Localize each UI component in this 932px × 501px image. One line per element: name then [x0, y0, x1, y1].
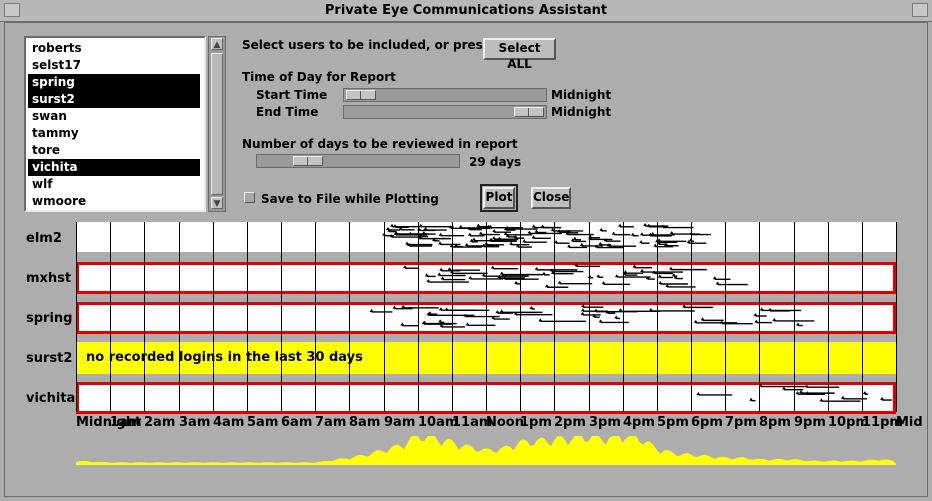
start-time-slider-knob[interactable] — [346, 90, 376, 100]
time-of-day-heading: Time of Day for Report — [242, 70, 396, 84]
hour-gridline — [213, 222, 214, 412]
time-tick-label: 9am — [384, 415, 416, 430]
time-tick-label: 4am — [213, 415, 245, 430]
hour-gridline — [384, 222, 385, 412]
close-button[interactable]: Close — [531, 187, 571, 209]
start-time-slider[interactable] — [343, 88, 547, 102]
time-tick-label: 8am — [349, 415, 381, 430]
hour-gridline — [554, 222, 555, 412]
save-to-file-checkbox[interactable] — [244, 192, 255, 203]
end-time-slider-knob[interactable] — [514, 107, 544, 117]
row-label-vichita: vichita — [26, 391, 76, 406]
user-list-scrollbar[interactable]: ▲ ▼ — [208, 36, 226, 212]
start-time-label: Start Time — [256, 88, 328, 102]
time-tick-label: 4pm — [623, 415, 655, 430]
time-tick-label: 5am — [247, 415, 279, 430]
hour-gridline — [759, 222, 760, 412]
row-label-surst2: surst2 — [26, 351, 73, 366]
hour-gridline — [486, 222, 487, 412]
user-list-item[interactable]: vichita — [28, 159, 200, 176]
time-tick-label: 2am — [144, 415, 176, 430]
user-list[interactable]: roberts selst17 spring surst2 swan tammy… — [24, 36, 206, 212]
time-tick-label: 6pm — [691, 415, 723, 430]
time-tick-label: 1pm — [520, 415, 552, 430]
time-tick-label: 7pm — [725, 415, 757, 430]
hour-gridline — [794, 222, 795, 412]
scroll-up-arrow-icon[interactable]: ▲ — [211, 38, 223, 50]
row-label-mxhst: mxhst — [26, 271, 72, 286]
scroll-down-arrow-icon[interactable]: ▼ — [211, 197, 223, 209]
start-time-value: Midnight — [551, 88, 612, 102]
user-list-item[interactable]: surst2 — [28, 91, 200, 108]
hour-gridline — [110, 222, 111, 412]
time-tick-label: 5pm — [657, 415, 689, 430]
hour-gridline — [896, 222, 897, 412]
days-heading: Number of days to be reviewed in report — [242, 137, 518, 151]
time-tick-label: 6am — [281, 415, 313, 430]
hour-gridline — [691, 222, 692, 412]
hour-gridline — [349, 222, 350, 412]
hour-gridline — [862, 222, 863, 412]
time-tick-label: Mid — [896, 415, 923, 430]
user-list-item[interactable]: selst17 — [28, 57, 200, 74]
plot-button[interactable]: Plot — [480, 184, 518, 212]
time-tick-label: 1am — [110, 415, 142, 430]
user-list-item[interactable]: swan — [28, 108, 200, 125]
time-tick-label: 8pm — [759, 415, 791, 430]
hour-gridline — [315, 222, 316, 412]
hour-gridline — [76, 222, 77, 412]
end-time-value: Midnight — [551, 105, 612, 119]
time-tick-label: 2pm — [554, 415, 586, 430]
hour-gridline — [657, 222, 658, 412]
row-label-spring: spring — [26, 311, 73, 326]
user-list-item[interactable]: wmoore — [28, 193, 200, 210]
time-tick-label: Noon — [486, 415, 524, 430]
end-time-slider[interactable] — [343, 105, 547, 119]
user-list-item[interactable]: tore — [28, 142, 200, 159]
window-title: Private Eye Communications Assistant — [324, 3, 608, 18]
user-list-item[interactable]: tammy — [28, 125, 200, 142]
time-tick-label: 3pm — [589, 415, 621, 430]
time-tick-label: 9pm — [794, 415, 826, 430]
hour-gridline — [520, 222, 521, 412]
save-to-file-label: Save to File while Plotting — [261, 192, 439, 206]
days-value: 29 days — [469, 155, 522, 169]
hour-gridline — [247, 222, 248, 412]
hour-gridline — [281, 222, 282, 412]
user-list-item[interactable]: spring — [28, 74, 200, 91]
time-tick-label: 3am — [179, 415, 211, 430]
select-all-button[interactable]: Select ALL — [483, 38, 556, 71]
end-time-label: End Time — [256, 105, 319, 119]
user-list-item[interactable]: roberts — [28, 40, 200, 57]
hour-gridline — [452, 222, 453, 412]
row-label-elm2: elm2 — [26, 231, 62, 246]
title-bar: Private Eye Communications Assistant — [0, 0, 932, 22]
days-slider-knob[interactable] — [292, 156, 323, 166]
hour-gridline — [144, 222, 145, 412]
hour-gridline — [589, 222, 590, 412]
hour-gridline — [725, 222, 726, 412]
hour-gridline — [418, 222, 419, 412]
time-tick-label: 7am — [315, 415, 347, 430]
hour-gridline — [828, 222, 829, 412]
maximize-icon[interactable] — [912, 3, 928, 17]
select-prompt: Select users to be included, or press to — [242, 38, 509, 52]
hour-gridline — [623, 222, 624, 412]
days-slider[interactable] — [256, 154, 460, 168]
hour-gridline — [179, 222, 180, 412]
scroll-thumb[interactable] — [211, 53, 223, 195]
no-data-message: no recorded logins in the last 30 days — [86, 350, 363, 365]
user-list-item[interactable]: wlf — [28, 176, 200, 193]
